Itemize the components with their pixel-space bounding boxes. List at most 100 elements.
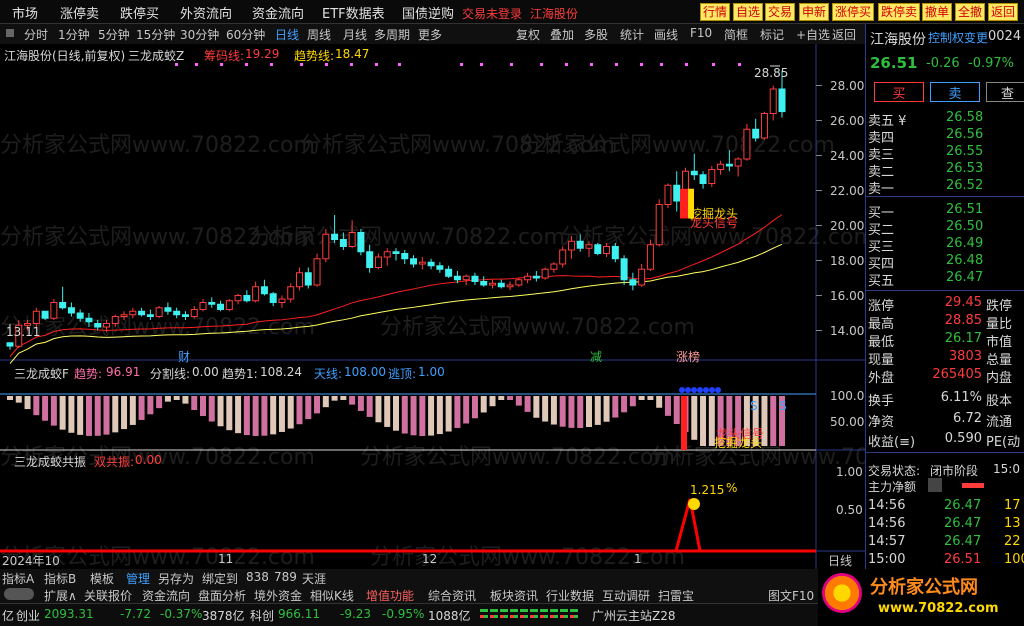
limit-down-sell-button[interactable]: 跌停卖 — [878, 3, 921, 21]
f10-button[interactable]: 图文F10 — [768, 587, 814, 604]
trade-button[interactable]: 交易 — [765, 3, 796, 21]
period-tab-10[interactable]: 更多 — [418, 26, 442, 43]
extension-tab-6[interactable]: 增值功能 — [366, 587, 414, 604]
back-button[interactable]: 返回 — [988, 3, 1019, 21]
menu-etf[interactable]: ETF数据表 — [322, 3, 385, 22]
server-name[interactable]: 广州云主站Z28 — [592, 607, 676, 624]
indicator-tab-2[interactable]: 模板 — [90, 570, 114, 587]
signal-block — [680, 188, 688, 219]
indicator-tab-4[interactable]: 另存为 — [158, 570, 194, 587]
limit-up-buy-button[interactable]: 涨停买 — [832, 3, 875, 21]
indicator-tab-6[interactable]: 838 — [246, 570, 269, 584]
cancel-order-button[interactable]: 撤单 — [922, 3, 953, 21]
period-tab-8[interactable]: 月线 — [343, 26, 367, 43]
main-ytick: 14.00 — [830, 323, 865, 338]
indicator-tab-8[interactable]: 天涯 — [302, 570, 326, 587]
candle — [497, 282, 505, 288]
quote-button[interactable]: 行情 — [700, 3, 731, 21]
period-tab-4[interactable]: 30分钟 — [180, 26, 219, 43]
stat-value: 29.45 — [944, 295, 982, 310]
extension-tab-11[interactable]: 扫雷宝 — [658, 587, 694, 604]
tool-button-1[interactable]: 叠加 — [550, 26, 574, 43]
menu-limit-up[interactable]: 涨停卖 — [60, 3, 99, 22]
menu-foreign-flow[interactable]: 外资流向 — [180, 3, 232, 22]
trend-bar — [568, 396, 575, 428]
query-button[interactable]: 查 — [986, 82, 1024, 102]
menu-repo[interactable]: 国债逆购 — [402, 3, 454, 22]
tool-button-7[interactable]: 标记 — [760, 26, 784, 43]
period-tab-3[interactable]: 15分钟 — [136, 26, 175, 43]
tool-button-8[interactable]: +自选 — [796, 26, 830, 43]
pin-icon[interactable] — [6, 29, 14, 37]
escape-dot — [697, 387, 703, 393]
candle — [725, 163, 733, 167]
tool-button-6[interactable]: 简框 — [724, 26, 748, 43]
leader-bar — [681, 396, 687, 450]
candle — [260, 286, 268, 295]
period-tab-2[interactable]: 5分钟 — [98, 26, 130, 43]
menu-market[interactable]: 市场 — [12, 3, 38, 22]
extension-tab-10[interactable]: 互动调研 — [602, 587, 650, 604]
star-index-name[interactable]: 科创 — [250, 607, 274, 624]
candle — [304, 272, 312, 286]
dropdown-icon[interactable] — [928, 478, 942, 492]
tool-button-3[interactable]: 统计 — [620, 26, 644, 43]
period-tab-6[interactable]: 日线 — [275, 26, 299, 43]
extension-tab-2[interactable]: 资金流向 — [142, 587, 190, 604]
extension-tab-5[interactable]: 相似K线 — [310, 587, 354, 604]
tool-button-2[interactable]: 多股 — [584, 26, 608, 43]
menu-limit-down[interactable]: 跌停买 — [120, 3, 159, 22]
top-list-tag[interactable]: 涨榜 — [676, 348, 700, 365]
indicator-name[interactable]: 三龙成蛟Z — [128, 47, 184, 64]
sub2-name[interactable]: 三龙成蛟共振 — [14, 453, 86, 470]
menu-fund-flow[interactable]: 资金流向 — [252, 3, 304, 22]
stat-right-label: 量比 — [986, 317, 1013, 332]
period-tab-9[interactable]: 多周期 — [374, 26, 410, 43]
gem-index-name[interactable]: 创业 — [16, 607, 40, 624]
extension-tab-3[interactable]: 盘面分析 — [198, 587, 246, 604]
tool-button-9[interactable]: 返回 — [832, 26, 856, 43]
sell-button[interactable]: 卖 — [930, 82, 980, 102]
period-tab-5[interactable]: 60分钟 — [226, 26, 265, 43]
period-tab-1[interactable]: 1分钟 — [58, 26, 90, 43]
period-tab-0[interactable]: 分时 — [24, 26, 48, 43]
watchlist-button[interactable]: 自选 — [733, 3, 764, 21]
trend-bar — [550, 396, 557, 425]
tool-button-4[interactable]: 画线 — [654, 26, 678, 43]
ask-price: 26.53 — [946, 161, 984, 176]
period-tab-7[interactable]: 周线 — [307, 26, 331, 43]
extension-tab-4[interactable]: 境外资金 — [254, 587, 302, 604]
tool-button-0[interactable]: 复权 — [516, 26, 540, 43]
finance-tag[interactable]: 财 — [178, 348, 190, 365]
cancel-all-button[interactable]: 全撤 — [955, 3, 986, 21]
period-label[interactable]: 日线 — [828, 552, 852, 569]
sub1-name[interactable]: 三龙成蛟F — [14, 365, 69, 382]
indicator-tab-1[interactable]: 指标B — [44, 570, 76, 587]
extension-tab-8[interactable]: 板块资讯 — [490, 587, 538, 604]
candle — [339, 239, 347, 247]
trade-login-status[interactable]: 交易未登录 — [462, 5, 522, 22]
sub2-resonance-label: 双共振: — [94, 455, 135, 469]
ipo-button[interactable]: 申新 — [799, 3, 830, 21]
candle — [769, 88, 777, 114]
extension-tab-9[interactable]: 行业数据 — [546, 587, 594, 604]
chip-line-value: 19.29 — [245, 47, 280, 61]
extension-tab-1[interactable]: 关联报价 — [84, 587, 132, 604]
buy-button[interactable]: 买 — [874, 82, 924, 102]
indicator-tab-3[interactable]: 管理 — [126, 570, 150, 587]
toggle-switch[interactable] — [4, 588, 34, 600]
extension-tab-0[interactable]: 扩展∧ — [44, 587, 77, 604]
tool-button-5[interactable]: F10 — [690, 26, 712, 40]
trend-bar — [664, 396, 671, 416]
indicator-tab-0[interactable]: 指标A — [2, 570, 34, 587]
tick-time: 14:56 — [868, 498, 906, 513]
candle — [515, 279, 523, 286]
indicator-tab-7[interactable]: 789 — [274, 570, 297, 584]
candle — [550, 263, 558, 270]
trend-bar — [296, 396, 303, 425]
indicator-tab-5[interactable]: 绑定到 — [202, 570, 238, 587]
extension-tab-7[interactable]: 综合资讯 — [428, 587, 476, 604]
control-change-tag[interactable]: 控制权变更 — [928, 29, 988, 46]
reduce-tag[interactable]: 减 — [590, 348, 602, 365]
ask-label: 卖一 — [868, 182, 895, 197]
